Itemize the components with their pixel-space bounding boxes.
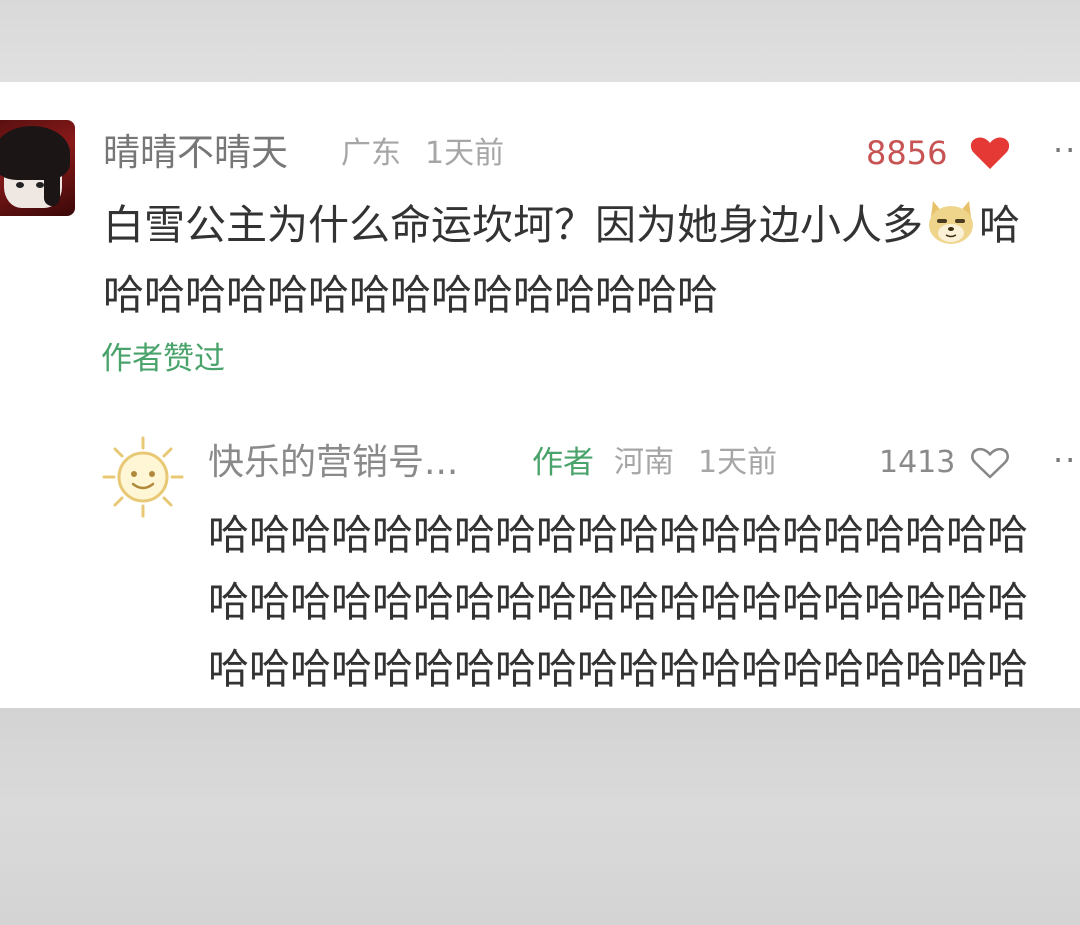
comment-time: 1天前	[425, 136, 505, 171]
comment-panel: 晴晴不晴天 广东 1天前 8856 ··· 白雪公主为什么命运坎坷？因为她身边小…	[0, 82, 1080, 708]
author-liked-label: 作者赞过	[101, 341, 225, 377]
more-icon[interactable]: ···	[1053, 440, 1080, 480]
reply-time: 1天前	[698, 445, 778, 480]
sun-avatar-icon[interactable]	[100, 434, 186, 520]
reply-location: 河南	[614, 445, 674, 480]
avatar[interactable]	[0, 120, 75, 216]
more-icon[interactable]: ···	[1053, 130, 1080, 170]
bottom-blur-band	[0, 708, 1080, 925]
heart-filled-icon[interactable]	[970, 136, 1010, 170]
comment-text: 白雪公主为什么命运坎坷？因为她身边小人多 哈 哈哈哈哈哈哈哈哈哈哈哈哈哈哈哈	[103, 190, 1080, 330]
avatar-hair-strand	[44, 150, 60, 206]
comment-location: 广东	[341, 136, 401, 171]
reply-text-line: 哈哈哈哈哈哈哈哈哈哈哈哈哈哈哈哈哈哈哈哈	[208, 578, 1028, 626]
comment-user-name[interactable]: 晴晴不晴天	[103, 128, 288, 178]
reply-like-count: 1413	[879, 445, 956, 480]
avatar-eye	[36, 182, 44, 188]
avatar-eye	[16, 182, 24, 188]
heart-outline-icon[interactable]	[970, 446, 1010, 480]
comment-like-count: 8856	[866, 134, 948, 172]
reply-user-name[interactable]: 快乐的营销号...	[208, 438, 458, 488]
reply-text-line: 哈哈哈哈哈哈哈哈哈哈哈哈哈哈哈哈哈哈哈哈	[208, 645, 1028, 693]
top-blur-band	[0, 0, 1080, 82]
comment-text-part: 白雪公主为什么命运坎坷？因为她身边小人多	[103, 201, 923, 249]
author-badge: 作者	[532, 445, 594, 481]
reply-text-line: 哈哈哈哈哈哈哈哈哈哈哈哈哈哈哈哈哈哈哈哈	[208, 511, 1028, 559]
reply-text: 哈哈哈哈哈哈哈哈哈哈哈哈哈哈哈哈哈哈哈哈 哈哈哈哈哈哈哈哈哈哈哈哈哈哈哈哈哈哈哈…	[208, 502, 1080, 703]
comment-text-line: 哈哈哈哈哈哈哈哈哈哈哈哈哈哈哈	[103, 271, 718, 319]
comment-text-part: 哈	[979, 201, 1020, 249]
doge-emoji	[929, 201, 973, 244]
